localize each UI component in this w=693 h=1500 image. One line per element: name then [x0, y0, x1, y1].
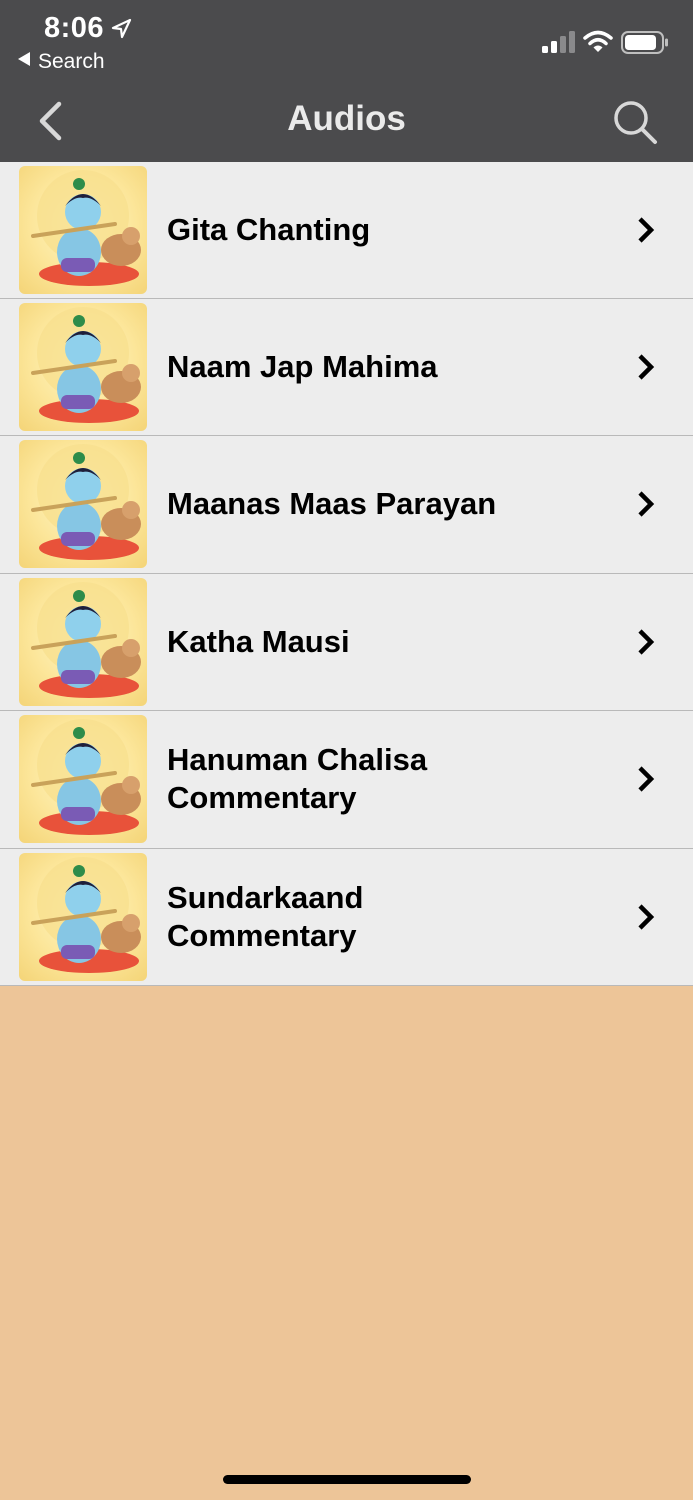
- krishna-thumbnail-image: [19, 577, 147, 706]
- list-item-title: Maanas Maas Parayan: [167, 486, 497, 522]
- krishna-thumbnail-image: [19, 440, 147, 568]
- chevron-right-icon: [638, 217, 655, 243]
- back-triangle-icon: [18, 52, 30, 66]
- back-to-app-label: Search: [38, 50, 105, 73]
- list-item-title: Sundarkaand Commentary: [167, 879, 364, 953]
- signal-icon: [542, 31, 575, 53]
- list-item[interactable]: Gita Chanting: [0, 162, 693, 299]
- audio-list: Gita Chanting Naam Jap Mahima Maanas Maa…: [0, 162, 693, 986]
- wifi-icon: [583, 30, 613, 52]
- krishna-thumbnail-image: [19, 852, 147, 981]
- list-item[interactable]: Hanuman Chalisa Commentary: [0, 711, 693, 849]
- list-item[interactable]: Katha Mausi: [0, 573, 693, 711]
- battery-icon: [621, 31, 668, 54]
- list-item-title: Hanuman Chalisa Commentary: [167, 742, 428, 816]
- list-item[interactable]: Sundarkaand Commentary: [0, 848, 693, 986]
- list-item-title: Gita Chanting: [167, 211, 371, 247]
- krishna-thumbnail-image: [19, 715, 147, 843]
- list-item[interactable]: Maanas Maas Parayan: [0, 436, 693, 574]
- top-bar: 8:06 Search Audios: [0, 0, 693, 162]
- home-indicator[interactable]: [223, 1475, 471, 1484]
- chevron-right-icon: [638, 491, 655, 517]
- chevron-right-icon: [638, 904, 655, 930]
- chevron-right-icon: [638, 354, 655, 380]
- chevron-right-icon: [638, 766, 655, 792]
- status-time: 8:06: [44, 12, 105, 44]
- page-title: Audios: [287, 99, 406, 138]
- list-item[interactable]: Naam Jap Mahima: [0, 298, 693, 436]
- chevron-right-icon: [638, 629, 655, 655]
- krishna-thumbnail-image: [19, 166, 147, 294]
- krishna-thumbnail-image: [19, 302, 147, 431]
- list-item-title: Naam Jap Mahima: [167, 348, 438, 384]
- back-to-app-link[interactable]: Search: [18, 50, 105, 74]
- search-button[interactable]: [611, 98, 659, 146]
- list-item-title: Katha Mausi: [167, 623, 350, 659]
- location-arrow-icon: [111, 18, 132, 39]
